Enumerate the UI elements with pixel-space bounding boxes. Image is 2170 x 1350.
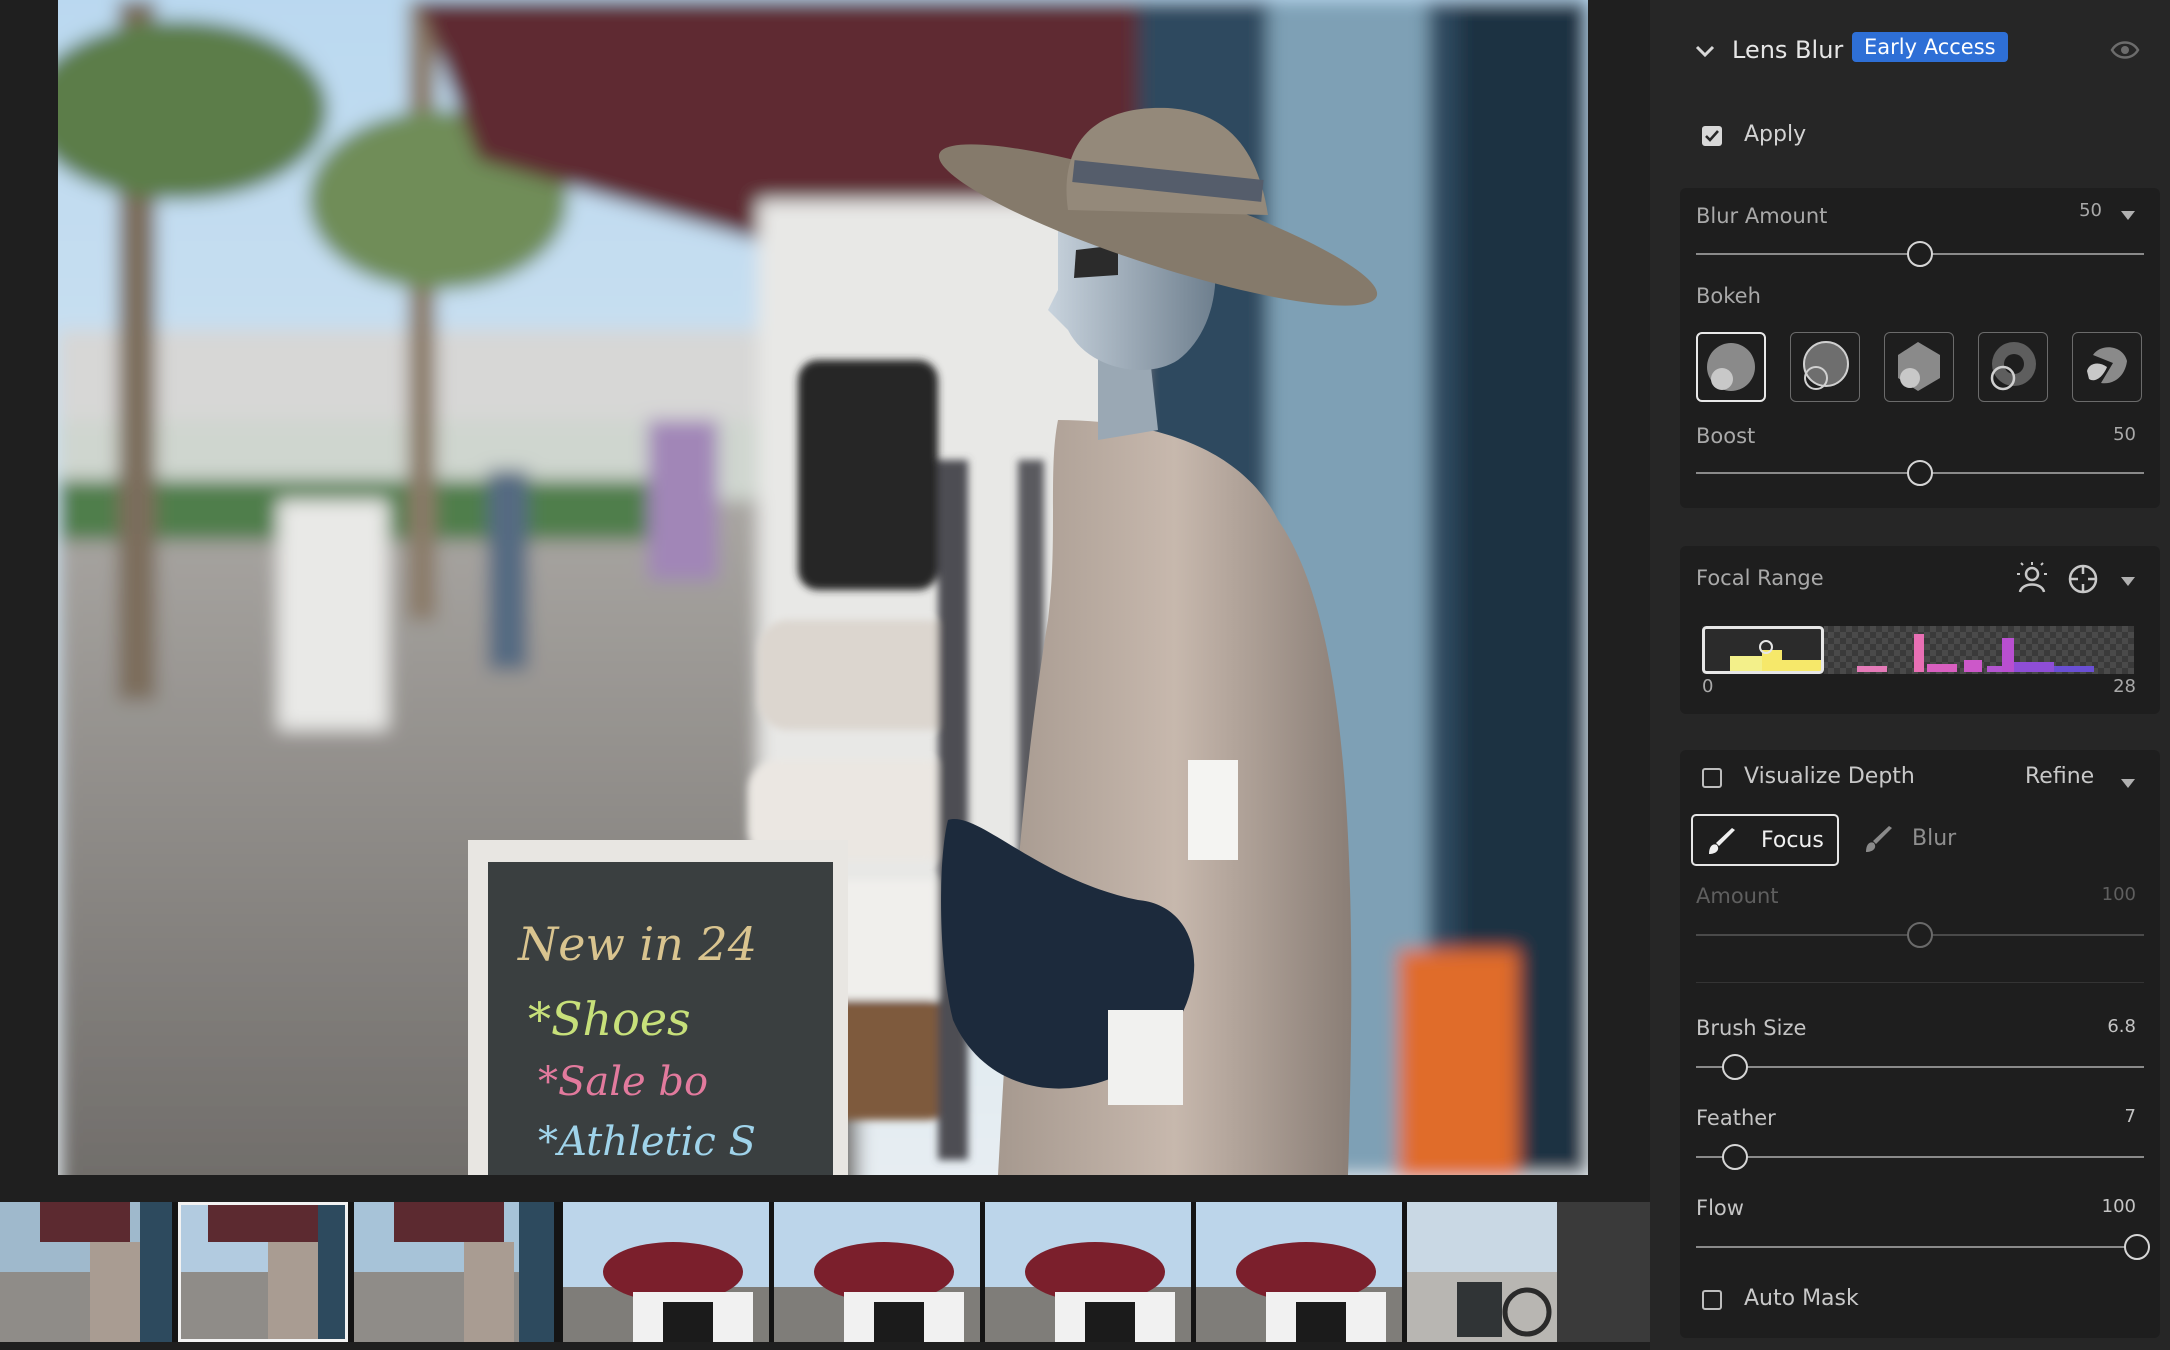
bokeh-bubble-button[interactable] xyxy=(1790,332,1860,402)
apply-checkbox[interactable] xyxy=(1702,126,1722,146)
focus-brush-button[interactable]: Focus xyxy=(1691,814,1839,866)
blur-amount-value: 50 xyxy=(2079,200,2102,221)
blur-brush-icon xyxy=(1866,826,1892,852)
visibility-eye-icon[interactable] xyxy=(2110,38,2140,62)
focus-brush-icon xyxy=(1709,828,1735,854)
blur-button-label: Blur xyxy=(1912,826,1957,851)
brush-size-track[interactable] xyxy=(1696,1066,2144,1068)
depth-histogram[interactable] xyxy=(1702,626,2134,674)
focal-range-min: 0 xyxy=(1702,676,1714,697)
subject-select-icon[interactable] xyxy=(2014,560,2050,596)
filmstrip-thumb-7[interactable] xyxy=(1196,1202,1402,1342)
feather-value: 7 xyxy=(2124,1106,2136,1127)
apply-label: Apply xyxy=(1744,122,1807,147)
chalkboard-line-2: *Shoes xyxy=(528,992,691,1046)
blur-amount-dropdown-icon[interactable] xyxy=(2120,206,2136,220)
bokeh-cat-eye-button[interactable] xyxy=(2072,332,2142,402)
bokeh-ring-button[interactable] xyxy=(1978,332,2048,402)
auto-mask-label: Auto Mask xyxy=(1744,1286,1859,1311)
filmstrip-thumb-6[interactable] xyxy=(985,1202,1191,1342)
amount-label: Amount xyxy=(1696,884,1779,908)
early-access-badge: Early Access xyxy=(1852,32,2008,62)
visualize-depth-label: Visualize Depth xyxy=(1744,764,1915,789)
chalkboard-line-3: *Sale bo xyxy=(538,1059,708,1105)
chalkboard-line-1: New in 24 xyxy=(517,917,757,971)
filmstrip-thumb-2[interactable] xyxy=(178,1202,348,1342)
collapse-chevron-icon[interactable] xyxy=(1694,40,1716,62)
blur-amount-slider-knob[interactable] xyxy=(1907,241,1933,267)
feather-slider-knob[interactable] xyxy=(1722,1144,1748,1170)
filmstrip-thumb-4[interactable] xyxy=(563,1202,769,1342)
boost-value: 50 xyxy=(2113,424,2136,445)
edit-panel: Lens Blur Early Access Apply Blur Amount… xyxy=(1650,0,2170,1350)
refine-label[interactable]: Refine xyxy=(2025,764,2094,789)
bokeh-circle-button[interactable] xyxy=(1696,332,1766,402)
focal-range-max: 28 xyxy=(2113,676,2136,697)
flow-slider-knob[interactable] xyxy=(2124,1234,2150,1260)
brush-size-label: Brush Size xyxy=(1696,1016,1807,1040)
filmstrip-thumb-3[interactable] xyxy=(354,1202,554,1342)
feather-track[interactable] xyxy=(1696,1156,2144,1158)
photo-viewer: New in 24 *Shoes *Sale bo *Athletic S xyxy=(0,0,1650,1350)
refine-card: Visualize Depth Refine Focus Blur Amount… xyxy=(1680,750,2160,1338)
filmstrip[interactable] xyxy=(0,1202,1650,1342)
filmstrip-thumb-8[interactable] xyxy=(1407,1202,1650,1342)
divider xyxy=(1696,982,2144,983)
focus-target-icon[interactable] xyxy=(2066,562,2100,596)
bokeh-label: Bokeh xyxy=(1696,284,1761,308)
main-photo[interactable]: New in 24 *Shoes *Sale bo *Athletic S xyxy=(58,0,1588,1175)
chalkboard: New in 24 *Shoes *Sale bo *Athletic S xyxy=(468,840,848,1175)
feather-label: Feather xyxy=(1696,1106,1776,1130)
filmstrip-thumb-5[interactable] xyxy=(774,1202,980,1342)
flow-track[interactable] xyxy=(1696,1246,2144,1248)
auto-mask-checkbox[interactable] xyxy=(1702,1290,1722,1310)
boost-slider-knob[interactable] xyxy=(1907,460,1933,486)
bokeh-blade-button[interactable] xyxy=(1884,332,1954,402)
brush-size-slider-knob[interactable] xyxy=(1722,1054,1748,1080)
focus-button-label: Focus xyxy=(1761,828,1824,853)
brush-size-value: 6.8 xyxy=(2107,1016,2136,1037)
refine-dropdown-icon[interactable] xyxy=(2120,774,2136,788)
chalkboard-line-4: *Athletic S xyxy=(538,1119,756,1165)
flow-value: 100 xyxy=(2101,1196,2136,1217)
boost-label: Boost xyxy=(1696,424,1756,448)
filmstrip-thumb-1[interactable] xyxy=(0,1202,172,1342)
focal-range-dropdown-icon[interactable] xyxy=(2120,572,2136,586)
focal-range-label: Focal Range xyxy=(1696,566,1824,590)
blur-amount-label: Blur Amount xyxy=(1696,204,1828,228)
amount-value: 100 xyxy=(2101,884,2136,905)
flow-label: Flow xyxy=(1696,1196,1744,1220)
amount-slider-knob[interactable] xyxy=(1907,922,1933,948)
focal-range-card: Focal Range 0 28 xyxy=(1680,546,2160,714)
visualize-depth-checkbox[interactable] xyxy=(1702,768,1722,788)
section-title: Lens Blur xyxy=(1732,36,1844,64)
blur-brush-button[interactable]: Blur xyxy=(1850,814,1990,866)
